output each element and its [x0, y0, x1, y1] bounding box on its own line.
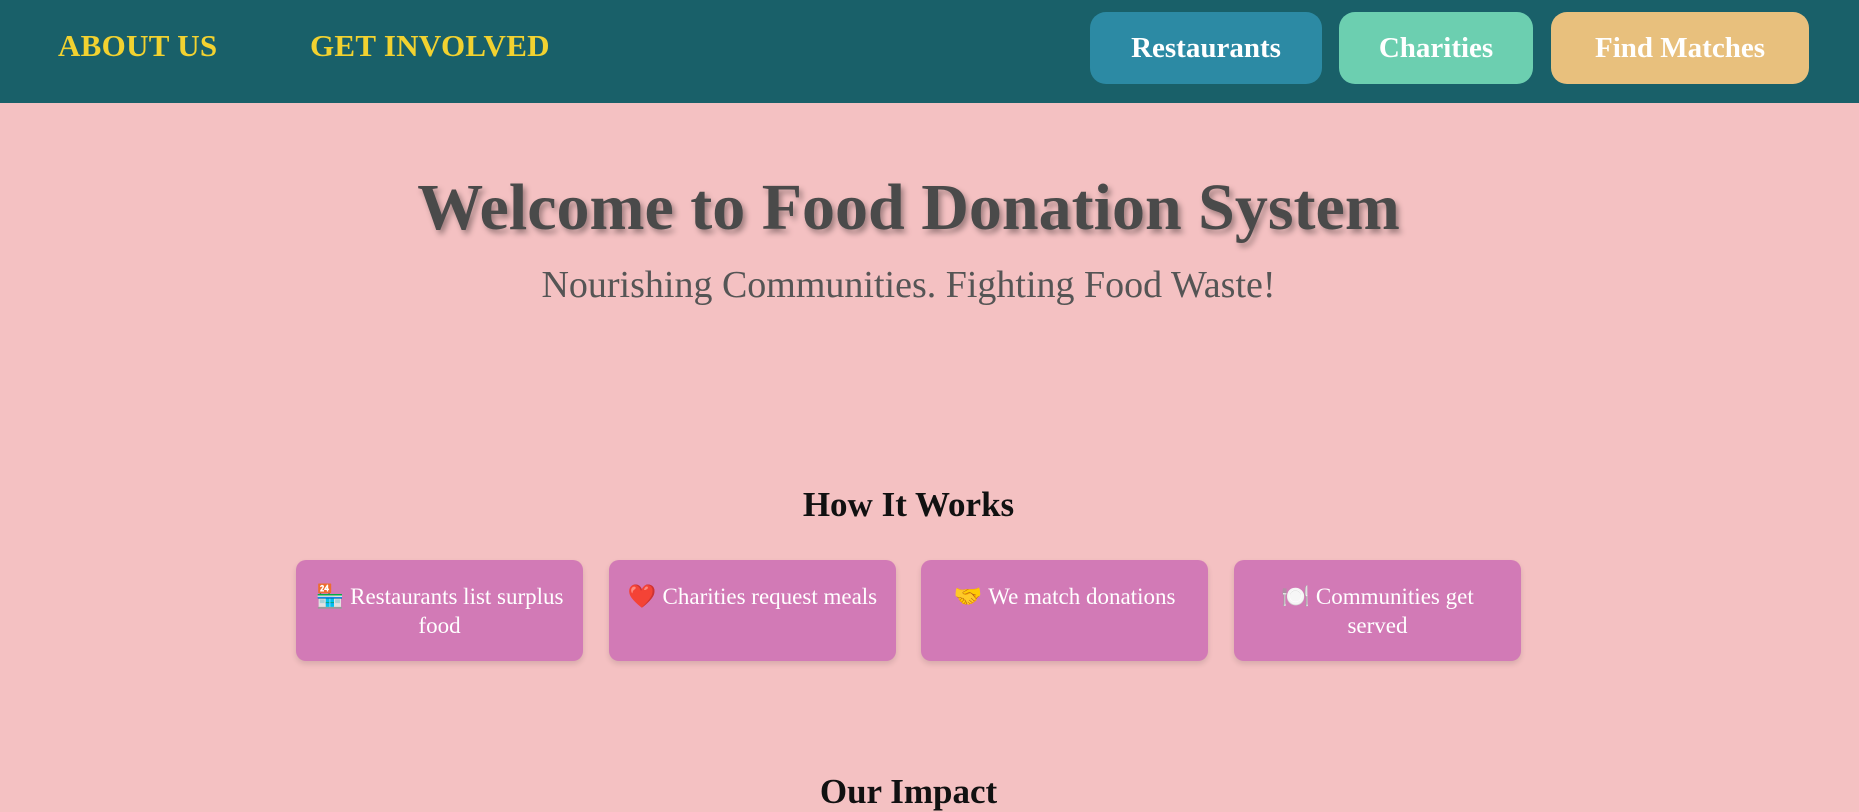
top-navigation-bar: ABOUT US GET INVOLVED Restaurants Charit… [0, 0, 1859, 103]
step-card-restaurants: 🏪 Restaurants list surplus food [296, 560, 583, 661]
how-it-works-heading: How It Works [802, 485, 1015, 524]
step-text: We match donations [988, 584, 1176, 609]
plate-icon: 🍽️ [1281, 584, 1310, 609]
step-card-charities: ❤️ Charities request meals [609, 560, 896, 661]
charities-button[interactable]: Charities [1339, 12, 1533, 84]
step-text: Restaurants list surplus food [350, 584, 564, 638]
store-icon: 🏪 [315, 584, 345, 609]
heart-icon: ❤️ [627, 584, 657, 609]
step-card-match: 🤝 We match donations [921, 560, 1208, 661]
nav-about-us-link[interactable]: ABOUT US [58, 28, 217, 64]
our-impact-heading: Our Impact [819, 772, 998, 811]
step-card-communities: 🍽️ Communities get served [1234, 560, 1521, 661]
step-text: Charities request meals [662, 584, 878, 609]
handshake-icon: 🤝 [953, 584, 983, 609]
find-matches-button[interactable]: Find Matches [1551, 12, 1809, 84]
restaurants-button[interactable]: Restaurants [1090, 12, 1322, 84]
step-text: Communities get served [1315, 584, 1474, 638]
nav-get-involved-link[interactable]: GET INVOLVED [310, 28, 550, 64]
hero-title: Welcome to Food Donation System [417, 171, 1400, 244]
hero-subtitle: Nourishing Communities. Fighting Food Wa… [541, 264, 1276, 306]
